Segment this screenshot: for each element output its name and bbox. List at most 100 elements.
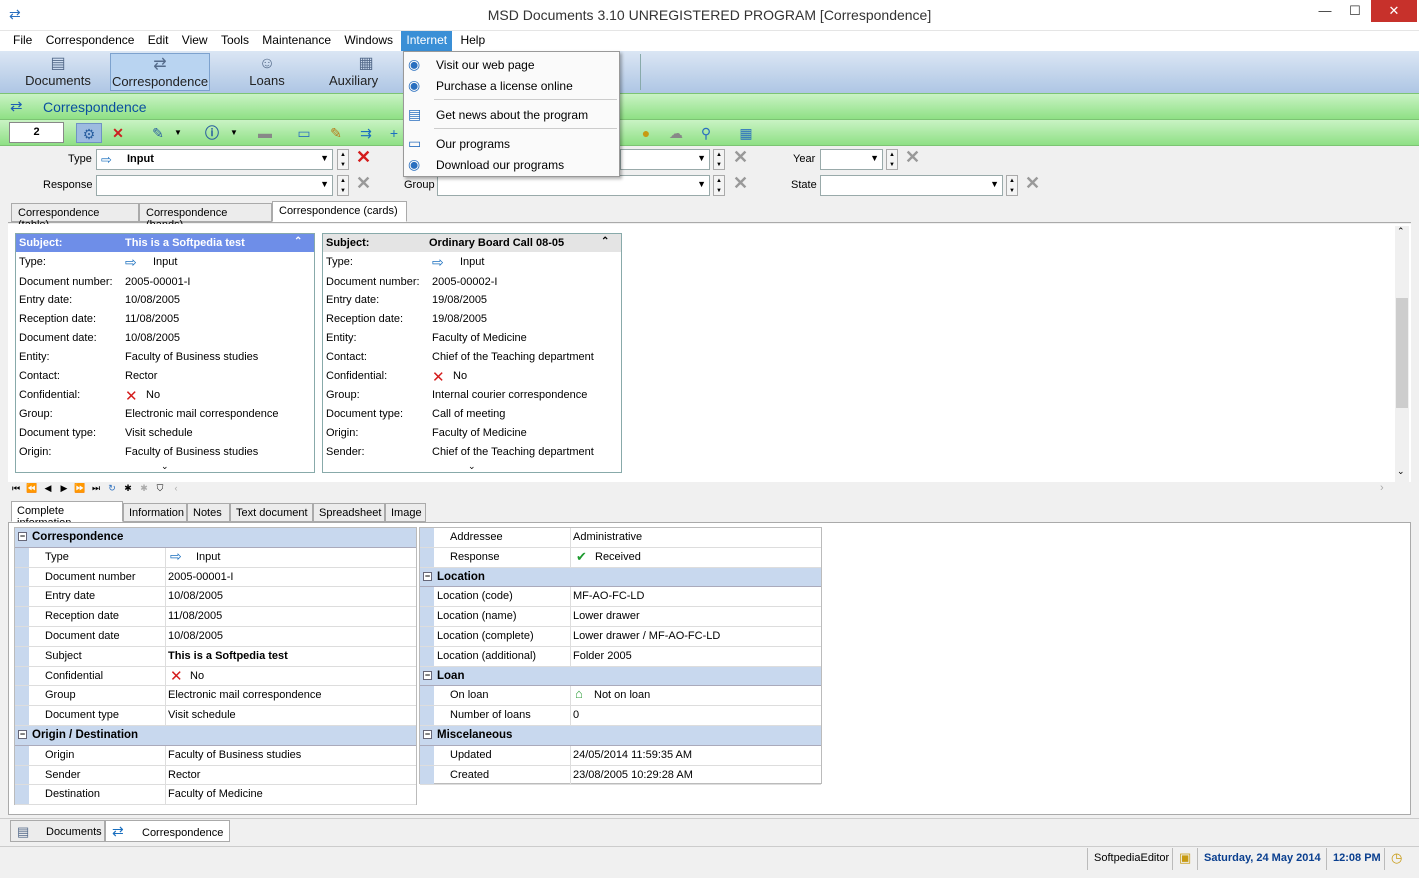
card-expand-icon[interactable]: ⌄	[161, 461, 169, 472]
detail-row[interactable]: Origin Faculty of Business studies	[15, 745, 416, 766]
folder-icon[interactable]: ▬	[255, 123, 275, 143]
delete-record-icon[interactable]: ✱	[136, 483, 152, 494]
tab-complete-information[interactable]: Complete information	[11, 501, 123, 529]
correspondence-card[interactable]: Subject: Ordinary Board Call 08-05 ⌃ Typ…	[322, 233, 622, 473]
cloud-icon[interactable]: ☁	[666, 123, 686, 143]
collapse-minus-icon[interactable]: −	[423, 571, 432, 581]
nav-auxiliary-button[interactable]: ▦ Auxiliary DBs	[326, 53, 406, 91]
users-icon[interactable]: ●	[636, 123, 656, 143]
edit-dropdown-icon[interactable]: ▼	[172, 123, 184, 143]
next-page-icon[interactable]: ⏩	[72, 483, 88, 494]
response-filter-clear-icon[interactable]: ✕	[356, 173, 371, 194]
collapse-minus-icon[interactable]: −	[18, 532, 27, 541]
detail-row[interactable]: Type ⇨ Input	[15, 547, 416, 568]
group-filter-select[interactable]: ▼	[437, 175, 710, 196]
last-record-icon[interactable]: ⏭	[88, 483, 104, 494]
response-filter-select[interactable]: ▼	[96, 175, 333, 196]
tab-notes[interactable]: Notes	[187, 503, 230, 522]
maximize-button[interactable]: ☐	[1340, 0, 1370, 22]
menu-item-get-news[interactable]: ▤ Get news about the program	[404, 104, 619, 125]
collapse-icon[interactable]: ⌃	[294, 236, 302, 247]
detail-row[interactable]: Response ✔ Received	[420, 547, 821, 568]
state-filter-select[interactable]: ▼	[820, 175, 1003, 196]
detail-row[interactable]: Updated 24/05/2014 11:59:35 AM	[420, 745, 821, 766]
collapse-minus-icon[interactable]: −	[423, 729, 432, 739]
group-header-origin-destination[interactable]: − Origin / Destination	[15, 725, 416, 746]
scroll-right-icon[interactable]: ›	[1380, 482, 1384, 494]
detail-row[interactable]: Group Electronic mail correspondence	[15, 686, 416, 707]
group-filter-clear-icon[interactable]: ✕	[733, 173, 748, 194]
menu-item-our-programs[interactable]: ▭ Our programs	[404, 133, 619, 154]
middle-filter-spinner[interactable]: ▲ ▼	[713, 149, 725, 170]
menu-item-purchase-license[interactable]: ◉ Purchase a license online	[404, 75, 619, 96]
close-button[interactable]: ✕	[1371, 0, 1417, 22]
window-tab-correspondence[interactable]: ⇄ Correspondence	[105, 820, 230, 842]
monitor-icon[interactable]: ▭	[294, 123, 314, 143]
prev-page-icon[interactable]: ⏪	[24, 483, 40, 494]
collapse-icon[interactable]: ⌃	[601, 236, 609, 247]
scroll-down-icon[interactable]: ⌄	[1397, 466, 1405, 477]
nav-loans-button[interactable]: ☺ Loans	[222, 53, 312, 91]
detail-row[interactable]: Subject This is a Softpedia test	[15, 646, 416, 667]
tab-image[interactable]: Image	[385, 503, 426, 522]
group-header-correspondence[interactable]: − Correspondence	[15, 528, 416, 548]
state-filter-clear-icon[interactable]: ✕	[1025, 173, 1040, 194]
clear-filter-icon[interactable]: ✕	[108, 123, 128, 143]
calendar-icon[interactable]: ▦	[736, 123, 756, 143]
cards-scrollbar[interactable]: ⌃ ⌄	[1395, 226, 1409, 482]
menu-correspondence[interactable]: Correspondence	[41, 31, 140, 51]
collapse-minus-icon[interactable]: −	[18, 729, 27, 739]
tab-correspondence-table[interactable]: Correspondence (table)	[11, 203, 139, 231]
add-item-icon[interactable]: +	[384, 123, 404, 143]
menu-tools[interactable]: Tools	[216, 31, 254, 51]
first-record-icon[interactable]: ⏮	[8, 483, 24, 494]
detail-row[interactable]: Created 23/08/2005 10:29:28 AM	[420, 765, 821, 786]
correspondence-card[interactable]: Subject: This is a Softpedia test ⌃ Type…	[15, 233, 315, 473]
response-filter-spinner[interactable]: ▲ ▼	[337, 175, 349, 196]
note-edit-icon[interactable]: ✎	[326, 123, 346, 143]
detail-row[interactable]: Document date 10/08/2005	[15, 626, 416, 647]
menu-help[interactable]: Help	[455, 31, 490, 51]
group-header-location[interactable]: − Location	[420, 567, 821, 588]
menu-file[interactable]: File	[8, 31, 37, 51]
type-filter-clear-icon[interactable]: ✕	[356, 147, 371, 168]
card-expand-icon[interactable]: ⌄	[468, 461, 476, 472]
menu-windows[interactable]: Windows	[339, 31, 398, 51]
info-dropdown-icon[interactable]: ▼	[228, 123, 240, 143]
detail-row[interactable]: Number of loans 0	[420, 706, 821, 726]
detail-row[interactable]: Sender Rector	[15, 765, 416, 786]
menu-item-download-programs[interactable]: ◉ Download our programs	[404, 154, 619, 175]
detail-row[interactable]: Location (complete) Lower drawer / MF-AO-…	[420, 626, 821, 647]
menu-view[interactable]: View	[177, 31, 213, 51]
detail-row[interactable]: Confidential ✕ No	[15, 666, 416, 687]
detail-row[interactable]: Document type Visit schedule	[15, 706, 416, 726]
year-filter-select[interactable]: ▼	[820, 149, 883, 170]
detail-row[interactable]: Document number 2005-00001-I	[15, 567, 416, 588]
detail-row[interactable]: Reception date 11/08/2005	[15, 607, 416, 627]
detail-row[interactable]: Location (name) Lower drawer	[420, 607, 821, 627]
window-tab-documents[interactable]: ▤ Documents	[10, 820, 105, 842]
group-header-loan[interactable]: − Loan	[420, 666, 821, 687]
detail-row[interactable]: Destination Faculty of Medicine	[15, 785, 416, 806]
refresh-icon[interactable]: ↻	[104, 483, 120, 494]
type-filter-select[interactable]: ⇨ Input ▼	[96, 149, 333, 170]
scroll-left-icon[interactable]: ‹	[168, 483, 184, 493]
edit-record-icon[interactable]: ✎	[148, 123, 168, 143]
info-icon[interactable]: ⓘ	[202, 123, 222, 143]
scroll-up-icon[interactable]: ⌃	[1397, 226, 1405, 237]
menu-internet[interactable]: Internet	[401, 31, 453, 51]
nav-documents-button[interactable]: ▤ Documents	[10, 53, 106, 91]
year-filter-clear-icon[interactable]: ✕	[905, 147, 920, 168]
year-filter-spinner[interactable]: ▲ ▼	[886, 149, 898, 170]
group-header-miscelaneous[interactable]: − Miscelaneous	[420, 725, 821, 746]
prev-record-icon[interactable]: ◀	[40, 483, 56, 494]
search-icon[interactable]: ⚲	[696, 123, 716, 143]
tab-spreadsheet[interactable]: Spreadsheet	[313, 503, 385, 522]
scrollbar-thumb[interactable]	[1396, 298, 1408, 408]
add-correspondence-icon[interactable]: ⇉	[356, 123, 376, 143]
insert-record-icon[interactable]: ✱	[120, 483, 136, 494]
filter-icon[interactable]: ⛉	[152, 483, 168, 494]
menu-maintenance[interactable]: Maintenance	[257, 31, 336, 51]
tab-correspondence-cards[interactable]: Correspondence (cards)	[272, 201, 407, 222]
group-filter-spinner[interactable]: ▲ ▼	[713, 175, 725, 196]
